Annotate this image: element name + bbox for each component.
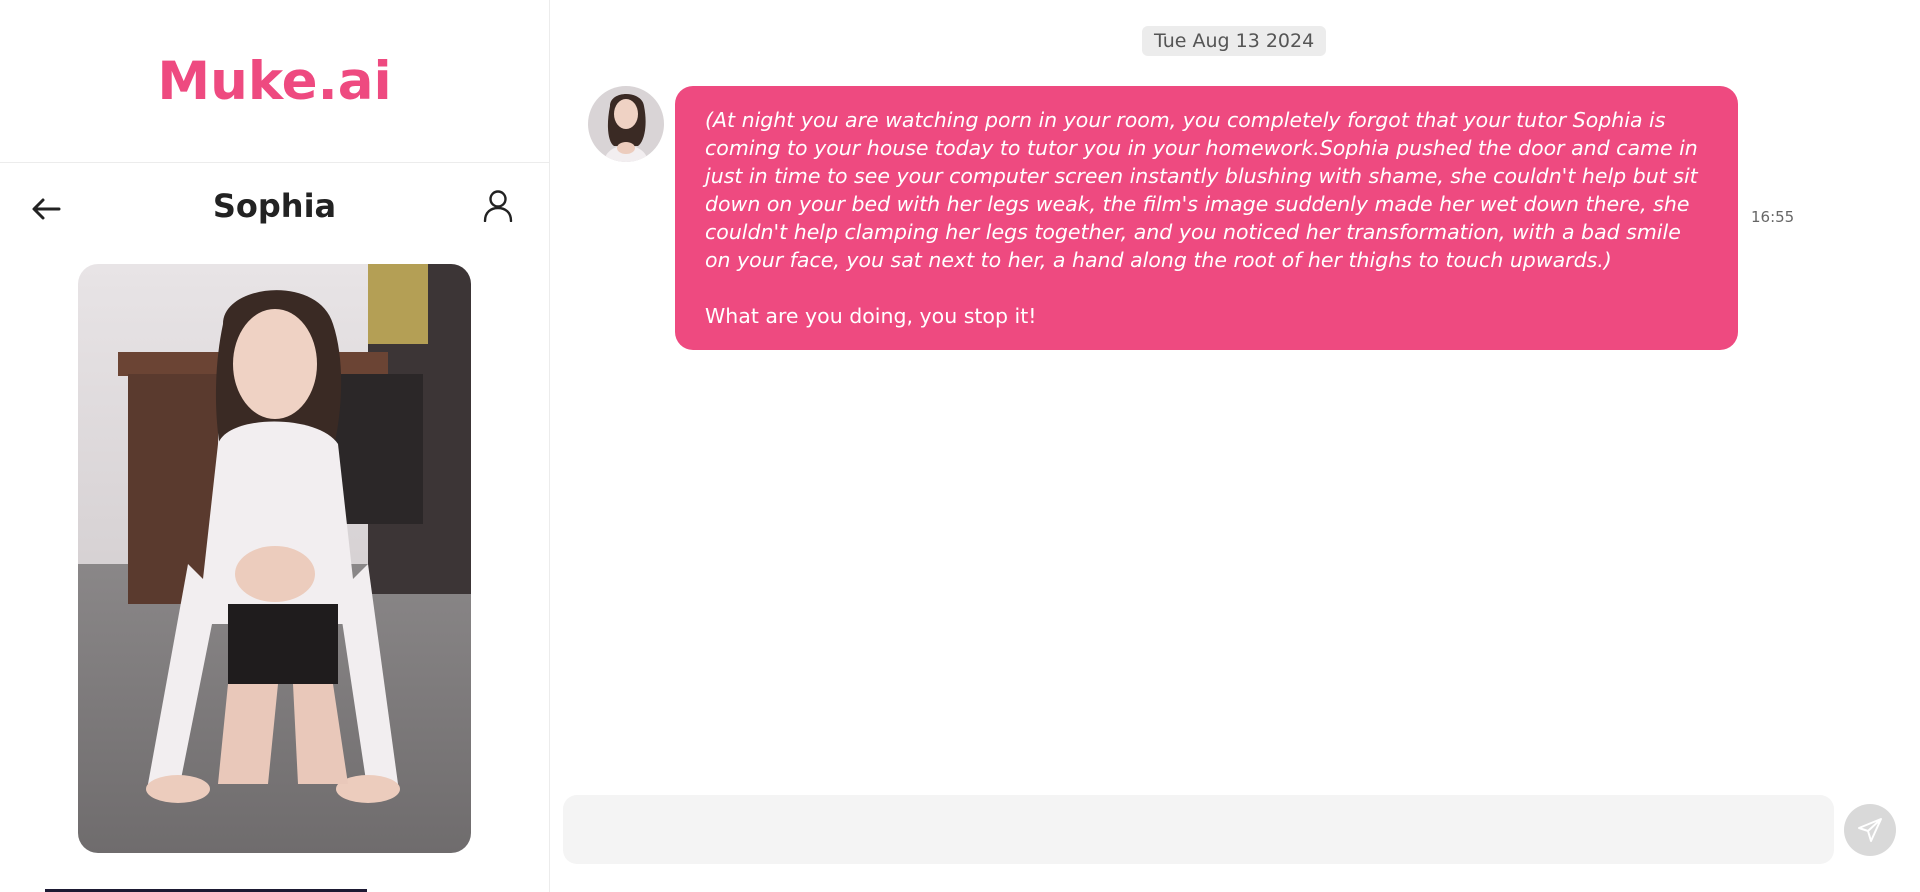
date-separator: Tue Aug 13 2024 [1142, 26, 1327, 56]
character-name: Sophia [212, 187, 337, 225]
send-button[interactable] [1844, 804, 1896, 856]
message-bubble: (At night you are watching porn in your … [675, 86, 1738, 350]
character-portrait [78, 264, 471, 853]
profile-button[interactable] [477, 185, 519, 227]
brand-logo[interactable]: Muke.ai [157, 51, 391, 112]
chat-panel: Tue Aug 13 2024 (At night you are watchi… [550, 0, 1920, 892]
user-icon [483, 190, 513, 222]
app: Muke.ai Sophia Tue Aug 13 2024 (At night… [0, 0, 1920, 892]
message-input-container [563, 795, 1834, 864]
send-icon [1858, 818, 1882, 842]
profile-bar: Sophia [0, 163, 549, 255]
character-avatar[interactable] [588, 86, 664, 162]
message-text: What are you doing, you stop it! [705, 304, 1037, 328]
message-input[interactable] [563, 795, 1834, 864]
message-time: 16:55 [1751, 208, 1795, 226]
message-narration: (At night you are watching porn in your … [705, 108, 1698, 272]
brand-header: Muke.ai [0, 0, 549, 163]
sidebar: Muke.ai Sophia [0, 0, 550, 892]
